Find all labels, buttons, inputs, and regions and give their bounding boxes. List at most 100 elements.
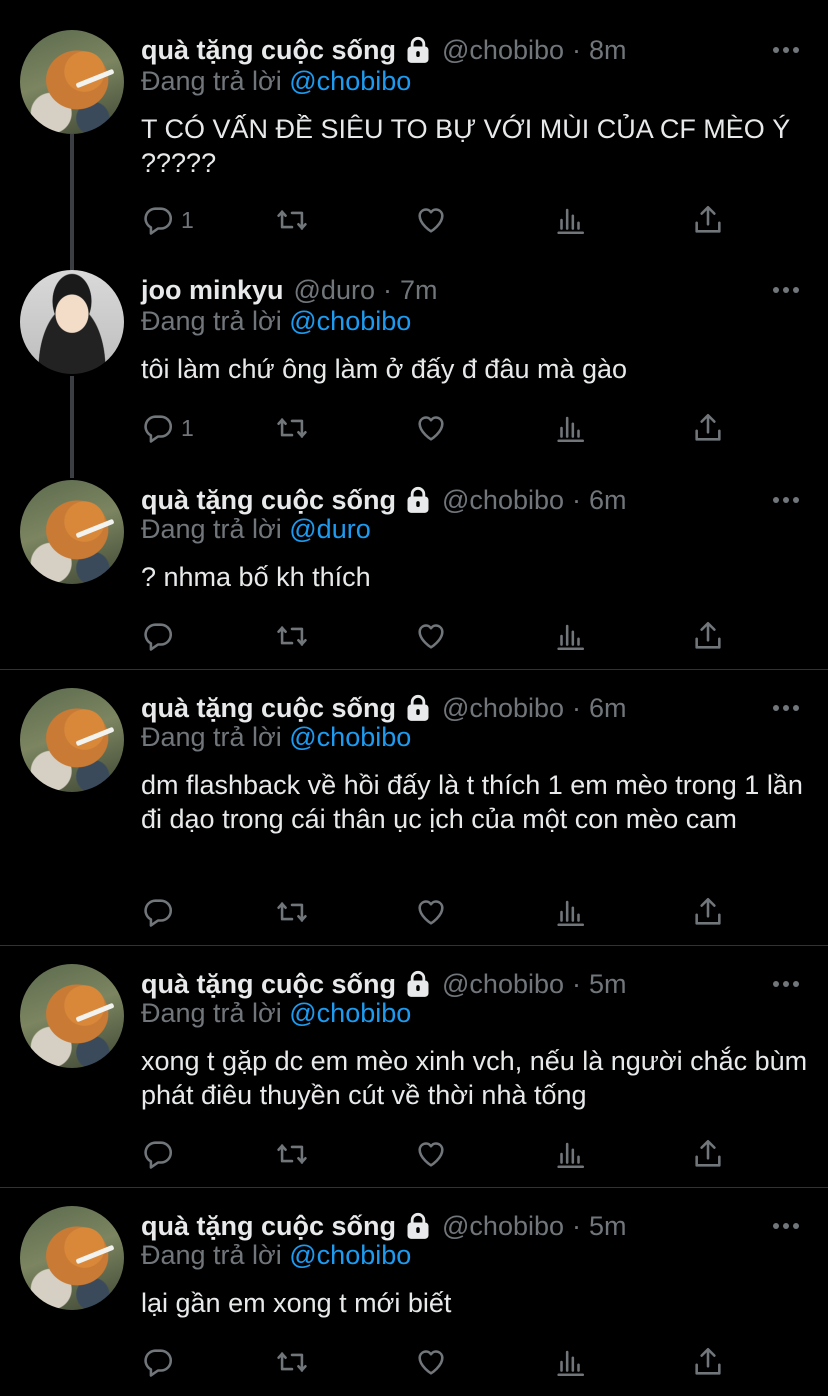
retweet-button[interactable] (275, 200, 309, 240)
reply-button[interactable] (141, 1342, 181, 1382)
timestamp[interactable]: 6m (589, 485, 627, 516)
analytics-icon (557, 208, 585, 235)
more-icon (773, 705, 799, 711)
tweet[interactable]: quà tặng cuộc sống @chobibo · 6m Đang tr… (0, 480, 828, 660)
retweet-button[interactable] (275, 1342, 309, 1382)
handle[interactable]: @chobibo (442, 1211, 564, 1242)
timestamp[interactable]: 7m (400, 275, 438, 306)
tweet-separator (0, 945, 828, 946)
avatar[interactable] (20, 30, 124, 134)
retweet-button[interactable] (275, 1134, 309, 1174)
handle[interactable]: @chobibo (442, 969, 564, 1000)
retweet-button[interactable] (275, 408, 309, 448)
share-icon (695, 621, 721, 649)
share-button[interactable] (691, 616, 725, 656)
analytics-button[interactable] (553, 616, 587, 656)
more-button[interactable] (772, 966, 800, 1002)
avatar[interactable] (20, 964, 124, 1068)
timestamp[interactable]: 5m (589, 969, 627, 1000)
more-button[interactable] (772, 690, 800, 726)
more-button[interactable] (772, 32, 800, 68)
reply-button[interactable] (141, 616, 181, 656)
reply-count: 1 (181, 206, 194, 233)
handle[interactable]: @chobibo (442, 693, 564, 724)
analytics-icon (557, 900, 585, 927)
tweet-text: lại gần em xong t mới biết (141, 1288, 452, 1318)
more-icon (773, 1223, 799, 1229)
display-name[interactable]: quà tặng cuộc sống (141, 35, 396, 66)
reply-mention[interactable]: @chobibo (289, 722, 411, 752)
like-button[interactable] (414, 200, 448, 240)
handle[interactable]: @chobibo (442, 35, 564, 66)
like-icon (418, 900, 444, 925)
like-button[interactable] (414, 1134, 448, 1174)
timestamp[interactable]: 5m (589, 1211, 627, 1242)
tweet-text: dm flashback về hồi đấy là t thích 1 em … (141, 770, 803, 834)
tweet[interactable]: quà tặng cuộc sống @chobibo · 6m Đang tr… (0, 688, 828, 938)
analytics-button[interactable] (553, 408, 587, 448)
timestamp[interactable]: 6m (589, 693, 627, 724)
tweet-header: quà tặng cuộc sống @chobibo · 8m (141, 32, 627, 68)
like-button[interactable] (414, 616, 448, 656)
analytics-button[interactable] (553, 892, 587, 932)
replying-to: Đang trả lời @chobibo (141, 306, 411, 337)
tweet-header: quà tặng cuộc sống @chobibo · 5m (141, 966, 627, 1002)
tweet-actions: 1 (141, 200, 741, 240)
analytics-button[interactable] (553, 1134, 587, 1174)
reply-mention[interactable]: @chobibo (289, 1240, 411, 1270)
tweet[interactable]: quà tặng cuộc sống @chobibo · 5m Đang tr… (0, 964, 828, 1174)
reply-button[interactable] (141, 1134, 181, 1174)
tweet-text: T CÓ VẤN ĐỀ SIÊU TO BỰ VỚI MÙI CỦA CF MÈ… (141, 114, 791, 178)
display-name[interactable]: quà tặng cuộc sống (141, 1211, 396, 1242)
share-icon (695, 413, 721, 441)
timestamp[interactable]: 8m (589, 35, 627, 66)
tweet[interactable]: quà tặng cuộc sống @chobibo · 8m Đang tr… (0, 30, 828, 240)
avatar[interactable] (20, 688, 124, 792)
like-icon (418, 416, 444, 441)
tweet[interactable]: joo minkyu @duro · 7m Đang trả lời @chob… (0, 270, 828, 450)
display-name[interactable]: quà tặng cuộc sống (141, 969, 396, 1000)
tweet[interactable]: quà tặng cuộc sống @chobibo · 5m Đang tr… (0, 1206, 828, 1391)
tweet-actions (141, 892, 741, 932)
avatar[interactable] (20, 480, 124, 584)
replying-label: Đang trả lời (141, 1240, 290, 1270)
display-name[interactable]: quà tặng cuộc sống (141, 485, 396, 516)
reply-button[interactable]: 1 (141, 408, 194, 448)
reply-icon (144, 899, 173, 927)
handle[interactable]: @duro (294, 275, 375, 306)
avatar[interactable] (20, 1206, 124, 1310)
separator-dot: · (382, 274, 392, 305)
share-button[interactable] (691, 1134, 725, 1174)
reply-mention[interactable]: @chobibo (289, 66, 411, 96)
reply-button[interactable]: 1 (141, 200, 194, 240)
like-button[interactable] (414, 892, 448, 932)
like-button[interactable] (414, 1342, 448, 1382)
analytics-button[interactable] (553, 1342, 587, 1382)
tweet-header: quà tặng cuộc sống @chobibo · 6m (141, 690, 627, 726)
display-name[interactable]: quà tặng cuộc sống (141, 693, 396, 724)
handle[interactable]: @chobibo (442, 485, 564, 516)
share-button[interactable] (691, 1342, 725, 1382)
tweet-header: quà tặng cuộc sống @chobibo · 6m (141, 482, 627, 518)
display-name[interactable]: joo minkyu (141, 275, 284, 306)
analytics-icon (557, 1350, 585, 1377)
reply-button[interactable] (141, 892, 181, 932)
share-button[interactable] (691, 200, 725, 240)
share-button[interactable] (691, 408, 725, 448)
reply-mention[interactable]: @chobibo (289, 998, 411, 1028)
share-button[interactable] (691, 892, 725, 932)
retweet-button[interactable] (275, 616, 309, 656)
like-button[interactable] (414, 408, 448, 448)
share-icon (695, 205, 721, 233)
analytics-button[interactable] (553, 200, 587, 240)
more-button[interactable] (772, 272, 800, 308)
reply-icon (144, 415, 173, 443)
reply-mention[interactable]: @chobibo (289, 306, 411, 336)
more-button[interactable] (772, 1208, 800, 1244)
more-button[interactable] (772, 482, 800, 518)
replying-to: Đang trả lời @chobibo (141, 998, 411, 1029)
retweet-button[interactable] (275, 892, 309, 932)
avatar[interactable] (20, 270, 124, 374)
reply-mention[interactable]: @duro (289, 514, 370, 544)
like-icon (418, 208, 444, 233)
